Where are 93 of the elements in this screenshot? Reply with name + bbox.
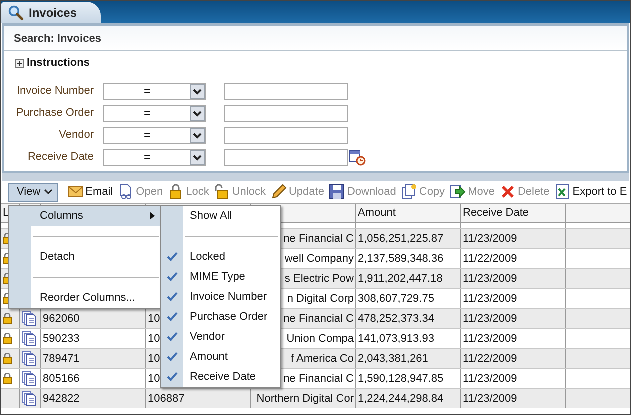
field-label: Vendor bbox=[58, 129, 94, 141]
delete-icon[interactable] bbox=[500, 184, 516, 200]
table-cell: 789471 bbox=[43, 352, 80, 364]
field-label: Purchase Order bbox=[15, 107, 94, 119]
table-cell: s Electric Pow bbox=[284, 272, 354, 284]
document-icon[interactable] bbox=[22, 310, 37, 326]
view-menu-button[interactable]: View bbox=[8, 182, 58, 202]
table-cell: 1,590,128,947.85 bbox=[358, 372, 444, 384]
table-cell: ne Financial C bbox=[284, 232, 354, 244]
column-header[interactable]: L bbox=[3, 207, 10, 219]
search-title: Search: Invoices bbox=[4, 26, 627, 51]
table-cell: 590233 bbox=[43, 332, 80, 344]
table-cell: ne Financial C bbox=[284, 372, 354, 384]
table-cell: ne Financial C bbox=[284, 312, 354, 324]
table-cell: 11/23/2009 bbox=[463, 272, 518, 284]
spreadsheet-icon[interactable] bbox=[554, 184, 571, 200]
menu-item[interactable]: Purchase Order bbox=[161, 307, 280, 327]
table-cell: 106887 bbox=[148, 392, 185, 404]
table-cell: 1,056,251,225.87 bbox=[358, 232, 444, 244]
table-cell: 11/22/2009 bbox=[463, 252, 518, 264]
operator-dropdown[interactable]: = bbox=[103, 126, 206, 144]
search-icon bbox=[8, 4, 24, 20]
input-field[interactable] bbox=[224, 82, 348, 100]
document-icon[interactable] bbox=[22, 350, 37, 366]
table-cell: 2,137,589,348.36 bbox=[358, 252, 444, 264]
expand-icon[interactable] bbox=[15, 58, 24, 68]
table-cell: 2,043,381,261 bbox=[358, 352, 428, 364]
caret-icon bbox=[190, 84, 205, 98]
operator-dropdown[interactable]: = bbox=[103, 104, 206, 122]
caret-icon bbox=[190, 128, 205, 142]
input-field[interactable] bbox=[224, 104, 348, 122]
table-cell: 478,252,373.34 bbox=[358, 312, 434, 324]
table-cell: 942822 bbox=[43, 392, 80, 404]
invoices-tab[interactable]: Invoices bbox=[1, 2, 101, 23]
caret-icon bbox=[190, 150, 205, 164]
field-label: Invoice Number bbox=[16, 85, 94, 97]
caret-icon bbox=[44, 189, 53, 195]
document-icon[interactable] bbox=[22, 330, 37, 346]
table-cell: well Company bbox=[284, 252, 354, 264]
caret-icon bbox=[190, 106, 205, 120]
table-cell: 11/23/2009 bbox=[463, 312, 518, 324]
table-cell: 11/22/2009 bbox=[463, 352, 518, 364]
submenu-arrow-icon bbox=[150, 212, 155, 220]
document-icon[interactable] bbox=[22, 390, 37, 406]
menu-item[interactable]: Reorder Columns... bbox=[9, 288, 161, 308]
table-cell: 11/23/2009 bbox=[463, 232, 518, 244]
document-icon[interactable] bbox=[118, 184, 134, 200]
table-cell: n Digital Corp bbox=[287, 292, 354, 304]
menu-item[interactable]: MIME Type bbox=[161, 267, 280, 287]
arrow-icon[interactable] bbox=[450, 184, 466, 200]
table-cell: 11/23/2009 bbox=[463, 392, 518, 404]
table-cell: 962060 bbox=[43, 312, 80, 324]
table-cell: Union Compa bbox=[286, 332, 354, 344]
copy-icon[interactable] bbox=[401, 184, 418, 200]
column-header[interactable]: Receive Date bbox=[463, 207, 530, 219]
table-row[interactable]: 942822 106887 Northern Digital Cor 1,224,244,298.84 11/23/2009 bbox=[1, 388, 630, 408]
table-cell: 11/23/2009 bbox=[463, 292, 518, 304]
pencil-icon[interactable] bbox=[270, 184, 287, 200]
toolbar-action[interactable]: Email bbox=[86, 186, 114, 198]
table-cell: f America Co bbox=[291, 352, 354, 364]
menu-item[interactable]: Amount bbox=[161, 347, 280, 367]
table-cell: 11/23/2009 bbox=[463, 332, 518, 344]
lock-icon[interactable] bbox=[168, 184, 184, 200]
field-label: Receive Date bbox=[26, 151, 94, 163]
menu-item[interactable]: Invoice Number bbox=[161, 287, 280, 307]
document-icon[interactable] bbox=[22, 370, 37, 386]
table-cell: Northern Digital Cor bbox=[256, 392, 354, 404]
table-cell: 10 bbox=[148, 372, 160, 384]
menu-item[interactable]: Columns bbox=[9, 206, 161, 226]
table-cell: 10 bbox=[148, 332, 160, 344]
calendar-clock-icon[interactable] bbox=[349, 148, 366, 166]
table-cell: 1,224,244,298.84 bbox=[358, 392, 444, 404]
instructions-heading: Instructions bbox=[27, 57, 90, 69]
table-cell: 1,911,202,447.18 bbox=[358, 272, 443, 284]
envelope-icon[interactable] bbox=[68, 184, 84, 200]
table-cell: 10 bbox=[148, 312, 160, 324]
table-cell: 308,607,729.75 bbox=[358, 292, 434, 304]
table-cell: 11/23/2009 bbox=[463, 372, 518, 384]
input-field[interactable] bbox=[224, 126, 348, 144]
column-header[interactable]: Amount bbox=[358, 207, 396, 219]
input-field[interactable] bbox=[224, 148, 348, 166]
menu-item[interactable]: Show All bbox=[161, 206, 280, 226]
table-cell: 805166 bbox=[43, 372, 80, 384]
operator-dropdown[interactable]: = bbox=[103, 148, 206, 166]
toolbar-action[interactable]: Export to E bbox=[572, 186, 628, 198]
menu-item[interactable]: Locked bbox=[161, 247, 280, 267]
table-cell: 10 bbox=[148, 352, 160, 364]
table-cell: 141,073,913.93 bbox=[358, 332, 434, 344]
menu-item[interactable]: Detach bbox=[9, 247, 161, 267]
unlock-icon[interactable] bbox=[214, 184, 230, 200]
menu-item[interactable]: Receive Date bbox=[161, 367, 280, 387]
menu-item[interactable]: Vendor bbox=[161, 327, 280, 347]
operator-dropdown[interactable]: = bbox=[103, 82, 206, 100]
